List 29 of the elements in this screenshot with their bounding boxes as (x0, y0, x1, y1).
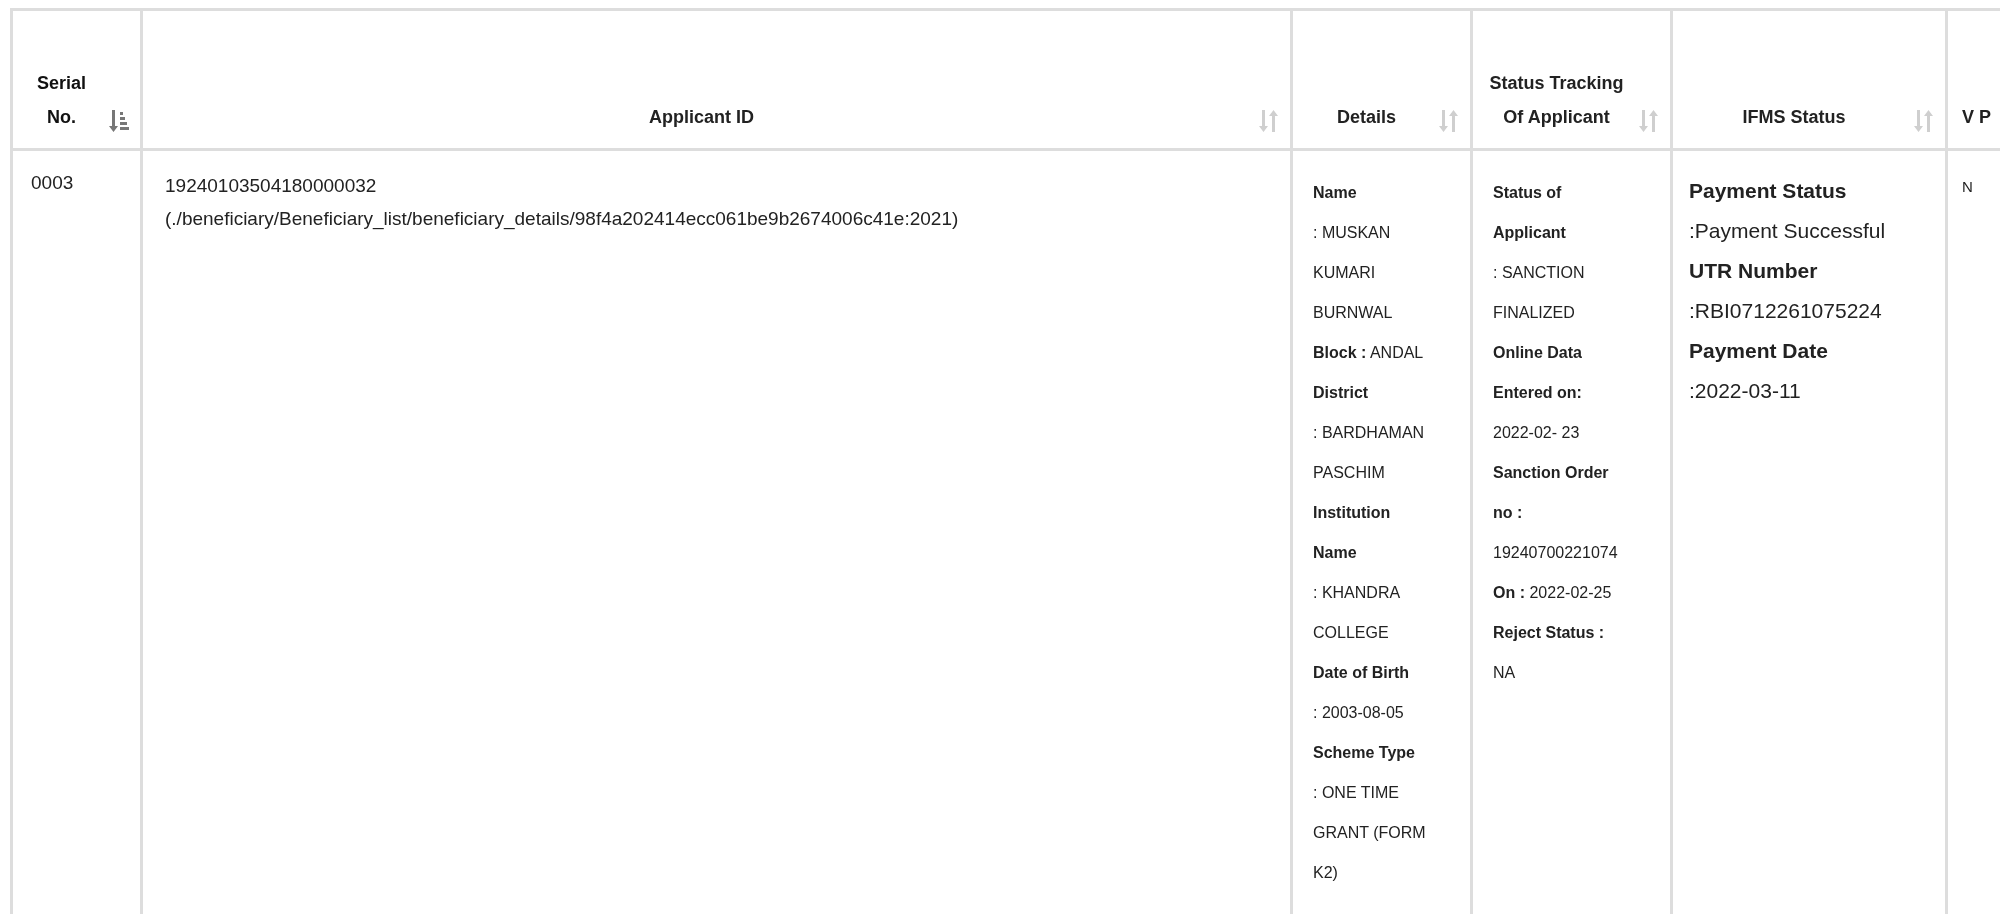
sort-icon[interactable] (1258, 108, 1280, 134)
applicant-id: 19240103504180000032 (165, 174, 377, 198)
field-text: Block : ANDAL (1313, 343, 1424, 363)
sort-icon[interactable] (1638, 108, 1660, 134)
column-header[interactable]: IFMS Status (1683, 100, 1905, 134)
table-cell: 0003 (31, 172, 74, 193)
column-header[interactable]: Details (1303, 100, 1430, 134)
table-cell: N (1962, 178, 1973, 195)
field-text: Status of Applicant : SANCTION FINALIZED (1493, 183, 1586, 323)
field-text: Payment Date :2022-03-11 (1689, 338, 1828, 404)
field-text: Reject Status : NA (1493, 623, 1605, 683)
field-text: Date of Birth : 2003-08-05 (1313, 663, 1409, 723)
field-text: Sanction Order no : 19240700221074 (1493, 463, 1619, 563)
details-link[interactable]: (./beneficiary/Beneficiary_list/beneficiary_details/98f4a202414ecc061be9b2674006c41e:2021) (165, 202, 959, 235)
sort-descending-icon[interactable] (108, 108, 130, 134)
field-text: Name : MUSKAN KUMARI BURNWAL (1313, 183, 1394, 323)
field-text: Payment Status :Payment Successful (1689, 178, 1886, 244)
field-text: Institution Name : KHANDRA COLLEGE (1313, 503, 1401, 643)
field-text: Online Data Entered on: 2022-02- 23 (1493, 343, 1583, 443)
field-text: UTR Number :RBI0712261075224 (1689, 258, 1882, 324)
column-header[interactable]: Serial No. (23, 66, 100, 134)
sort-icon[interactable] (1913, 108, 1935, 134)
sort-icon[interactable] (1438, 108, 1460, 134)
field-text: District : BARDHAMAN PASCHIM (1313, 383, 1426, 483)
column-header[interactable]: Applicant ID (153, 100, 1250, 134)
field-text: On : 2022-02-25 (1493, 583, 1612, 603)
field-text: Scheme Type : ONE TIME GRANT (FORM K2) (1313, 743, 1427, 883)
column-header[interactable]: Status Tracking Of Applicant (1483, 66, 1630, 134)
column-header[interactable]: V P (1958, 100, 1995, 134)
